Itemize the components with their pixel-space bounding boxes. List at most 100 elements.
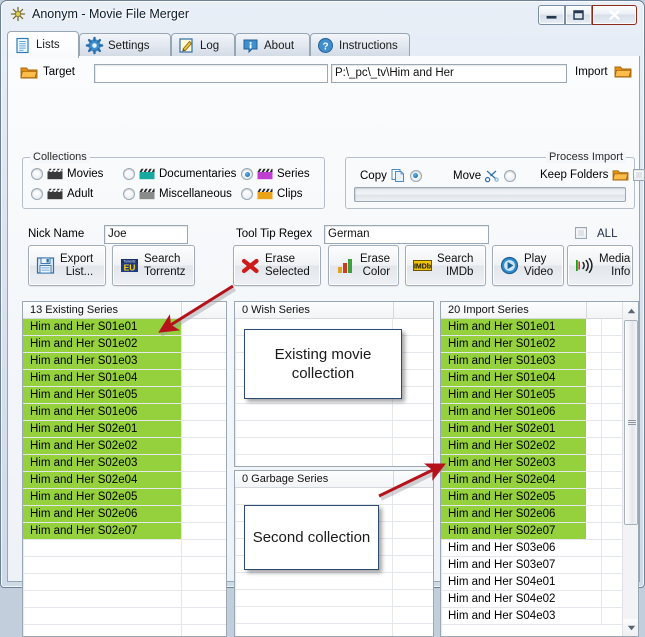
column-divider xyxy=(393,471,394,487)
close-button[interactable] xyxy=(592,5,637,25)
list-item[interactable]: Him and Her S02e07 xyxy=(23,523,226,540)
radio-indicator[interactable] xyxy=(241,188,253,200)
list-item[interactable]: Him and Her S02e01 xyxy=(441,421,638,438)
tab-instructions[interactable]: ? Instructions xyxy=(310,33,410,57)
existing-series-list[interactable]: 13 Existing Series Him and Her S01e01 Him… xyxy=(22,301,227,637)
list-item[interactable]: Him and Her S03e07 xyxy=(441,557,638,574)
list-item[interactable]: Him and Her S02e03 xyxy=(441,455,638,472)
list-item[interactable] xyxy=(235,455,433,466)
all-checkbox[interactable] xyxy=(575,227,587,239)
list-item[interactable] xyxy=(23,591,226,608)
list-item-secondary-cell xyxy=(181,404,226,420)
folder-icon[interactable] xyxy=(20,65,38,80)
list-item[interactable]: Him and Her S01e06 xyxy=(441,404,638,421)
list-item[interactable]: Him and Her S02e04 xyxy=(23,472,226,489)
minimize-button[interactable] xyxy=(538,5,565,25)
list-item[interactable] xyxy=(235,573,433,590)
export-list-button[interactable]: Export List... xyxy=(28,245,106,286)
list-item[interactable]: Him and Her S03e06 xyxy=(441,540,638,557)
list-item[interactable]: Him and Her S02e07 xyxy=(441,523,638,540)
list-item[interactable]: Him and Her S02e03 xyxy=(23,455,226,472)
list-item[interactable]: Him and Her S02e02 xyxy=(441,438,638,455)
radio-indicator[interactable] xyxy=(241,168,253,180)
target-input[interactable] xyxy=(94,64,328,83)
list-item[interactable] xyxy=(23,557,226,574)
import-list-scrollbar[interactable] xyxy=(622,302,638,636)
list-item[interactable] xyxy=(235,421,433,438)
keep-folders-checkbox[interactable] xyxy=(633,169,645,181)
list-item[interactable]: Him and Her S04e03 xyxy=(441,608,638,625)
tab-log[interactable]: Log xyxy=(171,33,235,57)
radio-indicator[interactable] xyxy=(123,168,135,180)
import-path-input[interactable]: P:\_pc\_tv\Him and Her xyxy=(331,64,567,83)
radio-label: Miscellaneous xyxy=(159,188,232,200)
radio-indicator[interactable] xyxy=(123,188,135,200)
list-item[interactable]: Him and Her S01e05 xyxy=(441,387,638,404)
radio-indicator[interactable] xyxy=(31,188,43,200)
list-item[interactable]: Him and Her S02e05 xyxy=(441,489,638,506)
list-item[interactable]: Him and Her S01e04 xyxy=(441,370,638,387)
search-imdb-button[interactable]: IMDb Search IMDb xyxy=(405,245,486,286)
imdb-icon: IMDb xyxy=(412,255,433,276)
list-item[interactable]: Him and Her S02e02 xyxy=(23,438,226,455)
list-item[interactable] xyxy=(235,404,433,421)
list-item[interactable]: Him and Her S01e02 xyxy=(441,336,638,353)
list-item[interactable]: Him and Her S01e03 xyxy=(23,353,226,370)
list-item[interactable] xyxy=(23,574,226,591)
list-item[interactable] xyxy=(23,608,226,625)
list-item[interactable] xyxy=(23,540,226,557)
list-item[interactable] xyxy=(235,488,433,505)
tab-about[interactable]: About xyxy=(235,33,310,57)
radio-indicator[interactable] xyxy=(31,168,43,180)
scrollbar-thumb[interactable] xyxy=(624,320,638,525)
radio-indicator[interactable] xyxy=(409,169,422,182)
maximize-button[interactable] xyxy=(565,5,592,25)
radio-miscellaneous[interactable]: Miscellaneous xyxy=(123,188,232,200)
list-item[interactable]: Him and Her S01e02 xyxy=(23,336,226,353)
list-item[interactable]: Him and Her S02e06 xyxy=(23,506,226,523)
list-item[interactable]: Him and Her S04e02 xyxy=(441,591,638,608)
list-item[interactable]: Him and Her S01e01 xyxy=(441,319,638,336)
list-item[interactable]: Him and Her S04e01 xyxy=(441,574,638,591)
radio-clips[interactable]: Clips xyxy=(241,188,303,200)
move-option[interactable]: Move xyxy=(453,168,517,183)
nick-name-input[interactable]: Joe xyxy=(104,225,188,244)
list-item[interactable]: Him and Her S01e05 xyxy=(23,387,226,404)
radio-label: Clips xyxy=(277,188,303,200)
erase-color-button[interactable]: Erase Color xyxy=(328,245,399,286)
button-label-line1: Media xyxy=(599,252,631,265)
tab-settings[interactable]: Settings xyxy=(79,33,171,57)
radio-movies[interactable]: Movies xyxy=(31,168,103,180)
list-item[interactable]: Him and Her S01e03 xyxy=(441,353,638,370)
search-torrentz-button[interactable]: Torrentz EU Search Torrentz xyxy=(112,245,195,286)
list-item[interactable]: Him and Her S02e04 xyxy=(441,472,638,489)
list-item[interactable] xyxy=(235,438,433,455)
radio-indicator[interactable] xyxy=(504,169,517,182)
radio-series[interactable]: Series xyxy=(241,168,310,180)
list-item[interactable] xyxy=(235,590,433,607)
list-item-title xyxy=(23,625,181,636)
list-item[interactable]: Him and Her S01e04 xyxy=(23,370,226,387)
scroll-down-arrow-icon[interactable] xyxy=(623,619,638,636)
radio-adult[interactable]: Adult xyxy=(31,188,93,200)
list-item-secondary-cell xyxy=(181,489,226,505)
list-item[interactable] xyxy=(235,607,433,624)
tab-lists[interactable]: Lists xyxy=(7,31,79,58)
list-item[interactable]: Him and Her S01e06 xyxy=(23,404,226,421)
radio-documentaries[interactable]: Documentaries xyxy=(123,168,236,180)
import-series-list[interactable]: 20 Import Series Him and Her S01e01 Him a… xyxy=(440,301,639,637)
folder-icon[interactable] xyxy=(614,64,632,79)
list-item[interactable] xyxy=(23,625,226,636)
tooltip-regex-input[interactable]: German xyxy=(324,225,489,244)
play-video-button[interactable]: Play Video xyxy=(492,245,564,286)
list-item[interactable]: Him and Her S02e06 xyxy=(441,506,638,523)
list-item[interactable]: Him and Her S02e05 xyxy=(23,489,226,506)
copy-option[interactable]: Copy xyxy=(360,168,422,183)
list-item[interactable] xyxy=(235,624,433,636)
list-item[interactable]: Him and Her S01e01 xyxy=(23,319,226,336)
keep-folders-option[interactable]: Keep Folders xyxy=(540,168,645,182)
media-info-button[interactable]: Media Info xyxy=(567,245,633,286)
erase-selected-button[interactable]: Erase Selected xyxy=(233,245,321,286)
scroll-up-arrow-icon[interactable] xyxy=(623,302,638,319)
list-item[interactable]: Him and Her S02e01 xyxy=(23,421,226,438)
